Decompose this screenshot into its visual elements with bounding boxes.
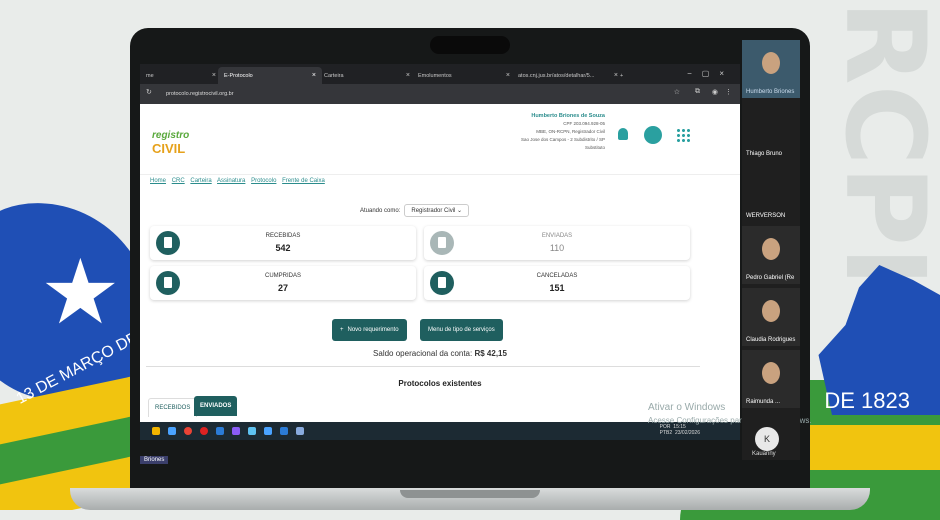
browser-tab[interactable]: me × xyxy=(140,67,222,84)
participant-tile[interactable]: WERVERSON xyxy=(742,164,800,222)
tab-recebidos[interactable]: RECEBIDOS xyxy=(148,398,198,417)
app-icon[interactable] xyxy=(232,427,240,435)
address-bar: ↻ protocolo.registrocivil.org.br ☆ ⧉ ◉ ⋮ xyxy=(140,84,740,104)
profile-icon[interactable]: ◉ xyxy=(712,88,718,96)
participant-tile[interactable]: Claudia Rodrigues xyxy=(742,288,800,346)
star-icon: ★ xyxy=(40,243,121,343)
browser-tab-active[interactable]: E-Protocolo × xyxy=(218,67,322,84)
app-icon[interactable] xyxy=(264,427,272,435)
participant-video xyxy=(762,52,780,74)
novo-requerimento-button[interactable]: + Novo requerimento xyxy=(332,319,407,341)
close-icon[interactable]: × xyxy=(506,72,510,79)
activate-windows-title: Ativar o Windows xyxy=(648,402,726,413)
nav-frente-de-caixa[interactable]: Frente de Caixa xyxy=(282,178,325,184)
mail-icon[interactable] xyxy=(168,427,176,435)
url-field[interactable]: protocolo.registrocivil.org.br xyxy=(166,88,666,100)
site-header: registro CIVIL Humberto Briones de Souza… xyxy=(140,104,740,175)
card-enviadas[interactable]: ENVIADAS 110 xyxy=(424,226,690,260)
opera-icon[interactable] xyxy=(200,427,208,435)
web-page: registro CIVIL Humberto Briones de Souza… xyxy=(140,104,740,422)
participant-tile[interactable]: Raimunda ... xyxy=(742,350,800,408)
app-icon[interactable] xyxy=(296,427,304,435)
extensions-icon[interactable]: ⧉ xyxy=(695,88,700,96)
bookmark-star-icon[interactable]: ☆ xyxy=(674,88,680,96)
participant-tile[interactable]: Pedro Gabriel (Re xyxy=(742,226,800,284)
plus-icon: + xyxy=(340,327,344,333)
self-avatar[interactable]: K xyxy=(755,427,779,451)
browser-tab[interactable]: Emolumentos × xyxy=(412,67,516,84)
browser-tabbar: me × E-Protocolo × Carteira × Emolumentos × … xyxy=(140,64,740,84)
participant-tile[interactable]: Humberto Briones xyxy=(742,40,800,98)
meeting-participants: Humberto Briones Thiago Bruno WERVERSON … xyxy=(742,40,800,460)
system-tray[interactable]: POR 15:15 PTB2 23/02/2026 xyxy=(660,424,700,436)
laptop-notch xyxy=(400,490,540,498)
card-cumpridas[interactable]: CUMPRIDAS 27 xyxy=(150,266,416,300)
tab-enviados[interactable]: ENVIADOS xyxy=(194,396,238,416)
laptop-screen: me × E-Protocolo × Carteira × Emolumentos × … xyxy=(140,64,740,440)
saldo-operacional: Saldo operacional da conta: R$ 42,15 xyxy=(373,349,507,358)
browser-tab[interactable]: Carteira × xyxy=(318,67,416,84)
menu-icon[interactable]: ⋮ xyxy=(725,88,732,96)
file-explorer-icon[interactable] xyxy=(152,427,160,435)
breadcrumb-nav: Home CRC Carteira Assinatura Protocolo F… xyxy=(150,178,329,184)
divider xyxy=(146,366,700,367)
notification-bell-icon[interactable] xyxy=(618,128,628,140)
new-tab-icon[interactable]: + xyxy=(614,67,636,84)
store-icon[interactable] xyxy=(216,427,224,435)
participant-tile[interactable]: Thiago Bruno xyxy=(742,102,800,160)
protocolos-title: Protocolos existentes xyxy=(398,379,482,388)
close-icon[interactable]: × xyxy=(212,72,216,79)
close-icon[interactable]: × xyxy=(406,72,410,79)
nav-crc[interactable]: CRC xyxy=(172,178,185,184)
map-text: DE 1823 xyxy=(824,388,910,413)
nav-assinatura[interactable]: Assinatura xyxy=(217,178,245,184)
participant-video xyxy=(762,362,780,384)
window-controls[interactable]: −▢× xyxy=(687,69,734,78)
atuando-como: Atuando como: Registrador Civil ⌄ xyxy=(360,204,470,217)
nav-carteira[interactable]: Carteira xyxy=(190,178,211,184)
card-recebidas[interactable]: RECEBIDAS 542 xyxy=(150,226,416,260)
nav-protocolo[interactable]: Protocolo xyxy=(251,178,276,184)
laptop-camera xyxy=(430,36,510,54)
self-name: Kauanny xyxy=(752,451,776,457)
participant-video xyxy=(762,238,780,260)
registro-civil-logo[interactable]: registro CIVIL xyxy=(152,126,189,156)
role-select[interactable]: Registrador Civil ⌄ xyxy=(404,204,470,217)
menu-tipo-servicos-button[interactable]: Menu de tipo de serviços xyxy=(420,319,503,341)
chrome-icon[interactable] xyxy=(184,427,192,435)
apps-grid-icon[interactable] xyxy=(676,128,690,142)
close-icon[interactable]: × xyxy=(312,72,316,79)
reload-icon[interactable]: ↻ xyxy=(146,88,152,96)
app-icon[interactable] xyxy=(248,427,256,435)
app-icon[interactable] xyxy=(280,427,288,435)
card-canceladas[interactable]: CANCELADAS 151 xyxy=(424,266,690,300)
user-avatar[interactable] xyxy=(644,126,662,144)
participant-video xyxy=(762,300,780,322)
browser-tab[interactable]: atos.cnj.jus.br/atos/detalhar/5... × xyxy=(512,67,624,84)
presenter-tag: Briones xyxy=(140,456,169,464)
background-letters: RCPI xyxy=(821,0,940,287)
nav-home[interactable]: Home xyxy=(150,178,166,184)
user-info: Humberto Briones de Souza CPF 203.094.92… xyxy=(520,113,605,150)
